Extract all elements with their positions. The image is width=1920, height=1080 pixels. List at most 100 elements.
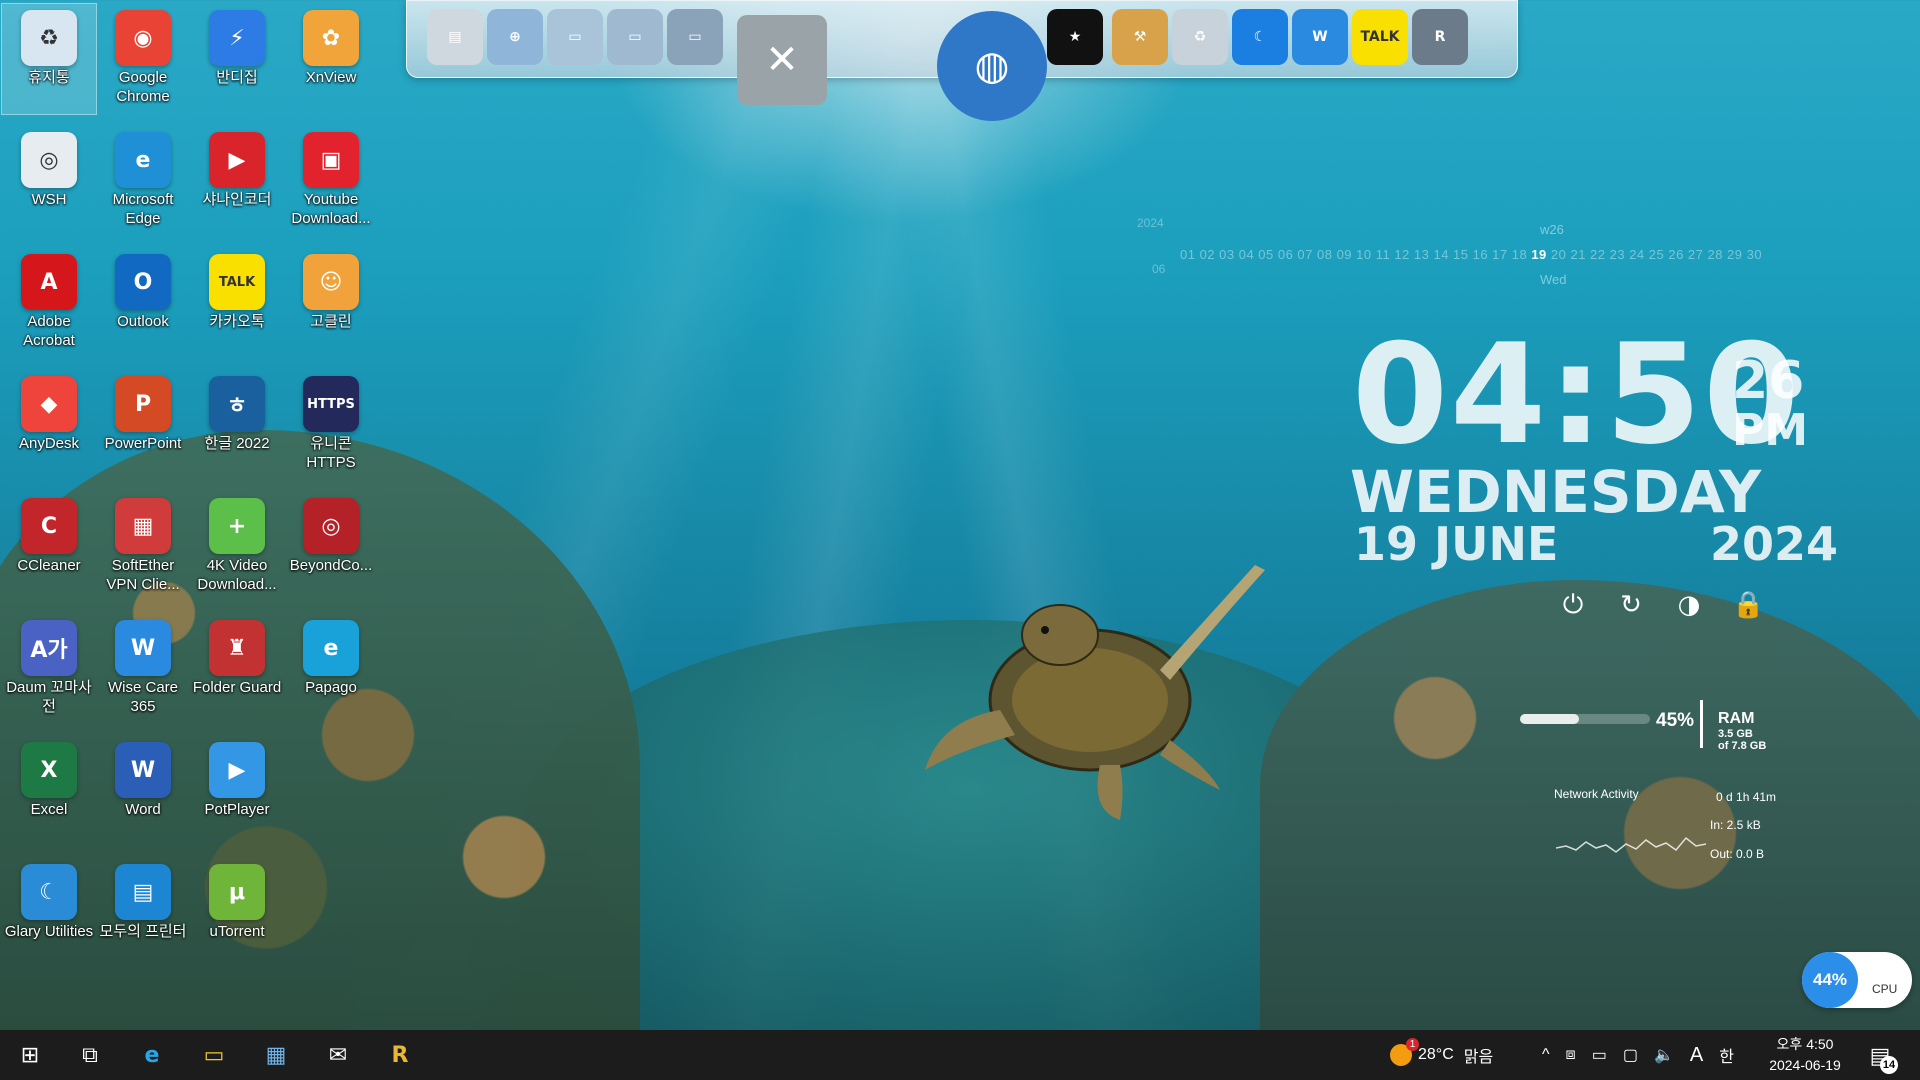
desktop-icon[interactable]: ▶ 샤나인코더 bbox=[190, 126, 284, 236]
desktop-icon-label: SoftEther VPN Clie... bbox=[106, 557, 180, 593]
taskbar-edge[interactable]: e bbox=[122, 1030, 182, 1080]
network-icon[interactable]: ⊕ bbox=[487, 9, 543, 65]
app-icon: e bbox=[115, 132, 171, 188]
calendar-dayname: Wed bbox=[1540, 272, 1567, 287]
edge-icon: e bbox=[144, 1042, 160, 1068]
desktop-icon[interactable]: ◆ AnyDesk bbox=[2, 370, 96, 480]
desktop-icon[interactable]: P PowerPoint bbox=[96, 370, 190, 480]
cpu-widget[interactable]: 44% CPU bbox=[1802, 952, 1912, 1008]
desktop-icon-label: 휴지통 bbox=[28, 69, 70, 86]
desktop-icon-label: PotPlayer bbox=[204, 801, 270, 818]
mail-icon: ✉ bbox=[328, 1042, 348, 1068]
calendar-year: 2024 bbox=[1137, 216, 1164, 230]
desktop-icon[interactable]: ☺ 고클린 bbox=[284, 248, 378, 358]
store-icon: ▦ bbox=[265, 1042, 287, 1068]
tray-chevron-icon[interactable]: ^ bbox=[1542, 1046, 1550, 1064]
app-icon: ◆ bbox=[21, 376, 77, 432]
desktop-icon-label: Microsoft Edge bbox=[112, 191, 174, 227]
desktop-icon[interactable]: +4K Video Download... bbox=[190, 492, 284, 602]
tools-icon[interactable]: ✕ bbox=[737, 15, 827, 105]
desktop-icon[interactable]: C CCleaner bbox=[2, 492, 96, 602]
desktop-icon[interactable]: O Outlook bbox=[96, 248, 190, 358]
desktop-icon[interactable]: ▦ SoftEther VPN Clie... bbox=[96, 492, 190, 602]
desktop-icon-label: 유니콘 HTTPS bbox=[306, 435, 356, 471]
app-icon: W bbox=[115, 742, 171, 798]
app-icon: ▤ bbox=[115, 864, 171, 920]
task-view-icon: ⧉ bbox=[82, 1042, 98, 1068]
task-view-button[interactable]: ⧉ bbox=[60, 1030, 120, 1080]
rainmeter-icon: R bbox=[391, 1042, 409, 1068]
desktop-icon[interactable]: ◉ Google Chrome bbox=[96, 4, 190, 114]
taskbar-clock[interactable]: 오후 4:50 2024-06-19 bbox=[1765, 1034, 1845, 1076]
app-icon: ▦ bbox=[115, 498, 171, 554]
wise-care-icon[interactable]: W bbox=[1292, 9, 1348, 65]
lock-icon[interactable]: 🔒 bbox=[1732, 590, 1764, 620]
uptime: 0 d 1h 41m bbox=[1716, 790, 1777, 804]
clock-weekday: WEDNESDAY bbox=[1350, 458, 1762, 526]
hammer-icon[interactable]: ⚒ bbox=[1112, 9, 1168, 65]
desktop-icon-label: Adobe Acrobat bbox=[23, 313, 75, 349]
volume-icon[interactable]: 🔈 bbox=[1654, 1045, 1674, 1065]
folder-icon[interactable]: ▭ bbox=[547, 9, 603, 65]
desktop-icon[interactable]: e Papago bbox=[284, 614, 378, 724]
desktop-icon[interactable]: ☾ Glary Utilities bbox=[2, 858, 96, 968]
desktop-icon[interactable]: ▶ PotPlayer bbox=[190, 736, 284, 846]
network-icon[interactable]: ▢ bbox=[1623, 1045, 1638, 1065]
recycle-bin-icon[interactable]: ♻ bbox=[1172, 9, 1228, 65]
desktop-icon[interactable]: ▤ 모두의 프린터 bbox=[96, 858, 190, 968]
rainmeter-icon[interactable]: R bbox=[1412, 9, 1468, 65]
tshirt-icon[interactable]: ★ bbox=[1047, 9, 1103, 65]
taskbar-store[interactable]: ▦ bbox=[246, 1030, 306, 1080]
desktop-icon[interactable]: A가 Daum 꼬마사전 bbox=[2, 614, 96, 724]
app-icon: ㅎ bbox=[209, 376, 265, 432]
desktop-icon[interactable]: ◎ BeyondCo... bbox=[284, 492, 378, 602]
folder-images-icon[interactable]: ▭ bbox=[667, 9, 723, 65]
folder-download-icon[interactable]: ▭ bbox=[607, 9, 663, 65]
desktop-icon[interactable]: ▣ Youtube Download... bbox=[284, 126, 378, 236]
globe-icon[interactable]: ◍ bbox=[937, 11, 1047, 121]
taskbar-rainmeter[interactable]: R bbox=[370, 1030, 430, 1080]
desktop-icon-label: WSH bbox=[31, 191, 67, 208]
document-icon[interactable]: ▤ bbox=[427, 9, 483, 65]
desktop-icon[interactable]: W Word bbox=[96, 736, 190, 846]
desktop-icon[interactable]: ♜ Folder Guard bbox=[190, 614, 284, 724]
desktop-icon[interactable]: HTTPS 유니콘 HTTPS bbox=[284, 370, 378, 480]
battery-icon[interactable]: ▭ bbox=[1592, 1045, 1607, 1065]
desktop-icon[interactable]: TALK 카카오톡 bbox=[190, 248, 284, 358]
taskbar-mail[interactable]: ✉ bbox=[308, 1030, 368, 1080]
weather-widget[interactable]: 1 28°C 맑음 bbox=[1390, 1030, 1493, 1080]
desktop-icon-label: Papago bbox=[305, 679, 357, 696]
desktop-icon[interactable]: A Adobe Acrobat bbox=[2, 248, 96, 358]
desktop-icon[interactable]: ♻ 휴지통 bbox=[1, 3, 97, 115]
ram-total: of 7.8 GB bbox=[1718, 740, 1767, 752]
restart-icon[interactable]: ↻ bbox=[1616, 590, 1646, 620]
sleep-icon[interactable]: ◑ bbox=[1674, 590, 1704, 620]
calendar-month: 06 bbox=[1152, 262, 1166, 276]
desktop-icon-label: 카카오톡 bbox=[209, 313, 265, 330]
weather-temp: 28°C bbox=[1418, 1046, 1454, 1063]
ime-mode[interactable]: A bbox=[1690, 1044, 1703, 1067]
shutdown-icon[interactable]: ⏻ bbox=[1558, 590, 1588, 620]
desktop-icon[interactable]: ✿ XnView bbox=[284, 4, 378, 114]
desktop-icon[interactable]: ⚡ 반디집 bbox=[190, 4, 284, 114]
taskbar-file-explorer[interactable]: ▭ bbox=[184, 1030, 244, 1080]
desktop-icon-label: Daum 꼬마사전 bbox=[6, 679, 92, 715]
ime-lang[interactable]: 한 bbox=[1719, 1043, 1734, 1067]
app-icon: ◎ bbox=[303, 498, 359, 554]
app-icon: A bbox=[21, 254, 77, 310]
tray-date: 2024-06-19 bbox=[1769, 1057, 1841, 1073]
notification-count: 14 bbox=[1880, 1056, 1898, 1074]
kakaotalk-icon[interactable]: TALK bbox=[1352, 9, 1408, 65]
desktop-icon[interactable]: W Wise Care 365 bbox=[96, 614, 190, 724]
desktop-icon[interactable]: ◎ WSH bbox=[2, 126, 96, 236]
desktop-icon[interactable]: e Microsoft Edge bbox=[96, 126, 190, 236]
app-icon: ⚡ bbox=[209, 10, 265, 66]
network-in: In: 2.5 kB bbox=[1710, 818, 1761, 832]
desktop-icon[interactable]: μ uTorrent bbox=[190, 858, 284, 968]
desktop-icon[interactable]: X Excel bbox=[2, 736, 96, 846]
start-button[interactable]: ⊞ bbox=[0, 1030, 60, 1080]
taskbar: ⊞ ⧉ e ▭ ▦ ✉ R 1 28°C 맑음 ^ ⧈ ▭ ▢ 🔈 A 한 오후… bbox=[0, 1030, 1920, 1080]
desktop-icon[interactable]: ㅎ 한글 2022 bbox=[190, 370, 284, 480]
meet-now-icon[interactable]: ⧈ bbox=[1566, 1046, 1576, 1064]
glary-icon[interactable]: ☾ bbox=[1232, 9, 1288, 65]
